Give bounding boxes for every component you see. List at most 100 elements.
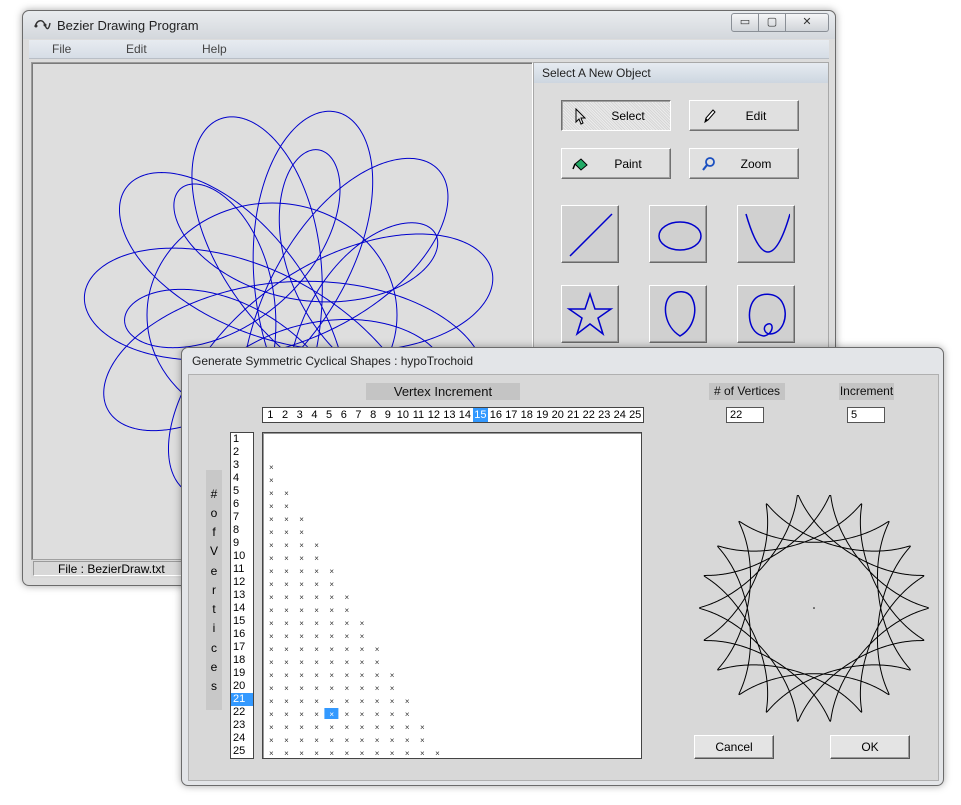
grid-mark[interactable]: × — [269, 567, 274, 576]
grid-mark[interactable]: × — [314, 697, 319, 706]
grid-mark[interactable]: × — [360, 632, 365, 641]
grid-mark[interactable]: × — [314, 645, 319, 654]
grid-mark[interactable]: × — [299, 723, 304, 732]
grid-mark[interactable]: × — [405, 736, 410, 745]
grid-mark[interactable]: × — [314, 749, 319, 758]
vertex-option[interactable]: 17 — [231, 641, 253, 654]
grid-mark[interactable]: × — [269, 723, 274, 732]
grid-mark[interactable]: × — [375, 671, 380, 680]
grid-mark[interactable]: × — [435, 749, 440, 758]
grid-mark[interactable]: × — [284, 593, 289, 602]
grid-mark[interactable]: × — [299, 528, 304, 537]
vertex-option[interactable]: 4 — [231, 472, 253, 485]
grid-mark[interactable]: × — [360, 697, 365, 706]
grid-mark[interactable]: × — [329, 736, 334, 745]
grid-mark[interactable]: × — [314, 658, 319, 667]
grid-mark[interactable]: × — [329, 567, 334, 576]
increment-selector[interactable]: 1 2 3 4 5 6 7 8 9 10 11 12 13 14 15 16 17 18 19 20 21 22 23 24 2… — [262, 407, 644, 423]
grid-mark[interactable]: × — [405, 697, 410, 706]
grid-mark[interactable]: × — [269, 671, 274, 680]
grid-mark[interactable]: × — [269, 476, 274, 485]
grid-mark[interactable]: × — [405, 749, 410, 758]
increment-option[interactable]: 17 — [504, 408, 519, 422]
vertex-option[interactable]: 16 — [231, 628, 253, 641]
grid-mark[interactable]: × — [299, 697, 304, 706]
increment-option[interactable]: 10 — [395, 408, 410, 422]
grid-mark[interactable]: × — [345, 749, 350, 758]
paint-tool-button[interactable]: Paint — [561, 148, 671, 179]
select-tool-button[interactable]: Select — [561, 100, 671, 131]
grid-mark[interactable]: × — [269, 593, 274, 602]
increment-option[interactable]: 21 — [566, 408, 581, 422]
grid-mark[interactable]: × — [269, 489, 274, 498]
grid-mark[interactable]: × — [269, 502, 274, 511]
vertex-option[interactable]: 2 — [231, 446, 253, 459]
grid-mark[interactable]: × — [329, 658, 334, 667]
grid-mark[interactable]: × — [284, 515, 289, 524]
grid-mark[interactable]: × — [299, 567, 304, 576]
grid-mark[interactable]: × — [345, 723, 350, 732]
grid-mark[interactable]: × — [375, 697, 380, 706]
grid-mark[interactable]: × — [375, 749, 380, 758]
menu-edit[interactable]: Edit — [126, 42, 147, 56]
grid-mark[interactable]: × — [329, 749, 334, 758]
grid-mark[interactable]: × — [299, 554, 304, 563]
increment-option[interactable]: 15 — [472, 408, 489, 422]
vertex-option[interactable]: 11 — [231, 563, 253, 576]
grid-mark[interactable]: × — [329, 632, 334, 641]
menu-help[interactable]: Help — [202, 42, 227, 56]
grid-mark[interactable]: × — [360, 723, 365, 732]
grid-mark[interactable]: × — [329, 645, 334, 654]
grid-mark[interactable]: × — [299, 541, 304, 550]
increment-option[interactable]: 25 — [627, 408, 642, 422]
increment-option[interactable]: 18 — [519, 408, 534, 422]
grid-mark[interactable]: × — [390, 736, 395, 745]
grid-mark[interactable]: × — [375, 736, 380, 745]
vertex-option[interactable]: 20 — [231, 680, 253, 693]
grid-mark[interactable]: × — [375, 684, 380, 693]
grid-mark[interactable]: × — [284, 619, 289, 628]
increment-option[interactable]: 13 — [442, 408, 457, 422]
increment-option[interactable]: 4 — [307, 408, 322, 422]
grid-mark[interactable]: × — [390, 710, 395, 719]
grid-mark[interactable]: × — [345, 671, 350, 680]
grid-mark[interactable]: × — [405, 723, 410, 732]
grid-mark[interactable]: × — [299, 580, 304, 589]
grid-mark[interactable]: × — [345, 658, 350, 667]
vertex-option[interactable]: 9 — [231, 537, 253, 550]
grid-mark[interactable]: × — [390, 671, 395, 680]
grid-mark[interactable]: × — [314, 606, 319, 615]
vertex-option[interactable]: 19 — [231, 667, 253, 680]
grid-mark[interactable]: × — [314, 632, 319, 641]
grid-mark[interactable]: × — [405, 710, 410, 719]
grid-mark[interactable]: × — [269, 619, 274, 628]
grid-mark[interactable]: × — [345, 645, 350, 654]
grid-mark[interactable]: × — [284, 645, 289, 654]
grid-mark[interactable]: × — [284, 684, 289, 693]
increment-option[interactable]: 1 — [263, 408, 278, 422]
vertex-option[interactable]: 24 — [231, 732, 253, 745]
grid-mark[interactable]: × — [284, 658, 289, 667]
main-titlebar[interactable]: Bezier Drawing Program ▭ ▢ ✕ — [23, 11, 835, 39]
grid-mark[interactable]: × — [269, 658, 274, 667]
grid-mark[interactable]: × — [269, 606, 274, 615]
parabola-shape-button[interactable] — [737, 205, 795, 263]
increment-option[interactable]: 6 — [336, 408, 351, 422]
grid-mark[interactable]: × — [375, 723, 380, 732]
grid-mark[interactable]: × — [390, 749, 395, 758]
vertex-increment-grid[interactable]: × × × × × × × × × × × × × × × × × × × × × × × × × × × × × × × × × × × × × × × ×… — [262, 432, 642, 759]
increment-option[interactable]: 16 — [488, 408, 503, 422]
grid-mark[interactable]: × — [284, 528, 289, 537]
grid-mark[interactable]: × — [345, 632, 350, 641]
grid-mark[interactable]: × — [314, 593, 319, 602]
grid-mark[interactable]: × — [375, 645, 380, 654]
grid-mark[interactable]: × — [284, 554, 289, 563]
vertex-option[interactable]: 14 — [231, 602, 253, 615]
increment-option[interactable]: 19 — [535, 408, 550, 422]
increment-option[interactable]: 5 — [322, 408, 337, 422]
grid-mark[interactable]: × — [390, 723, 395, 732]
grid-mark[interactable]: × — [329, 684, 334, 693]
grid-mark[interactable]: × — [375, 710, 380, 719]
grid-mark[interactable]: × — [329, 723, 334, 732]
vertex-option[interactable]: 6 — [231, 498, 253, 511]
